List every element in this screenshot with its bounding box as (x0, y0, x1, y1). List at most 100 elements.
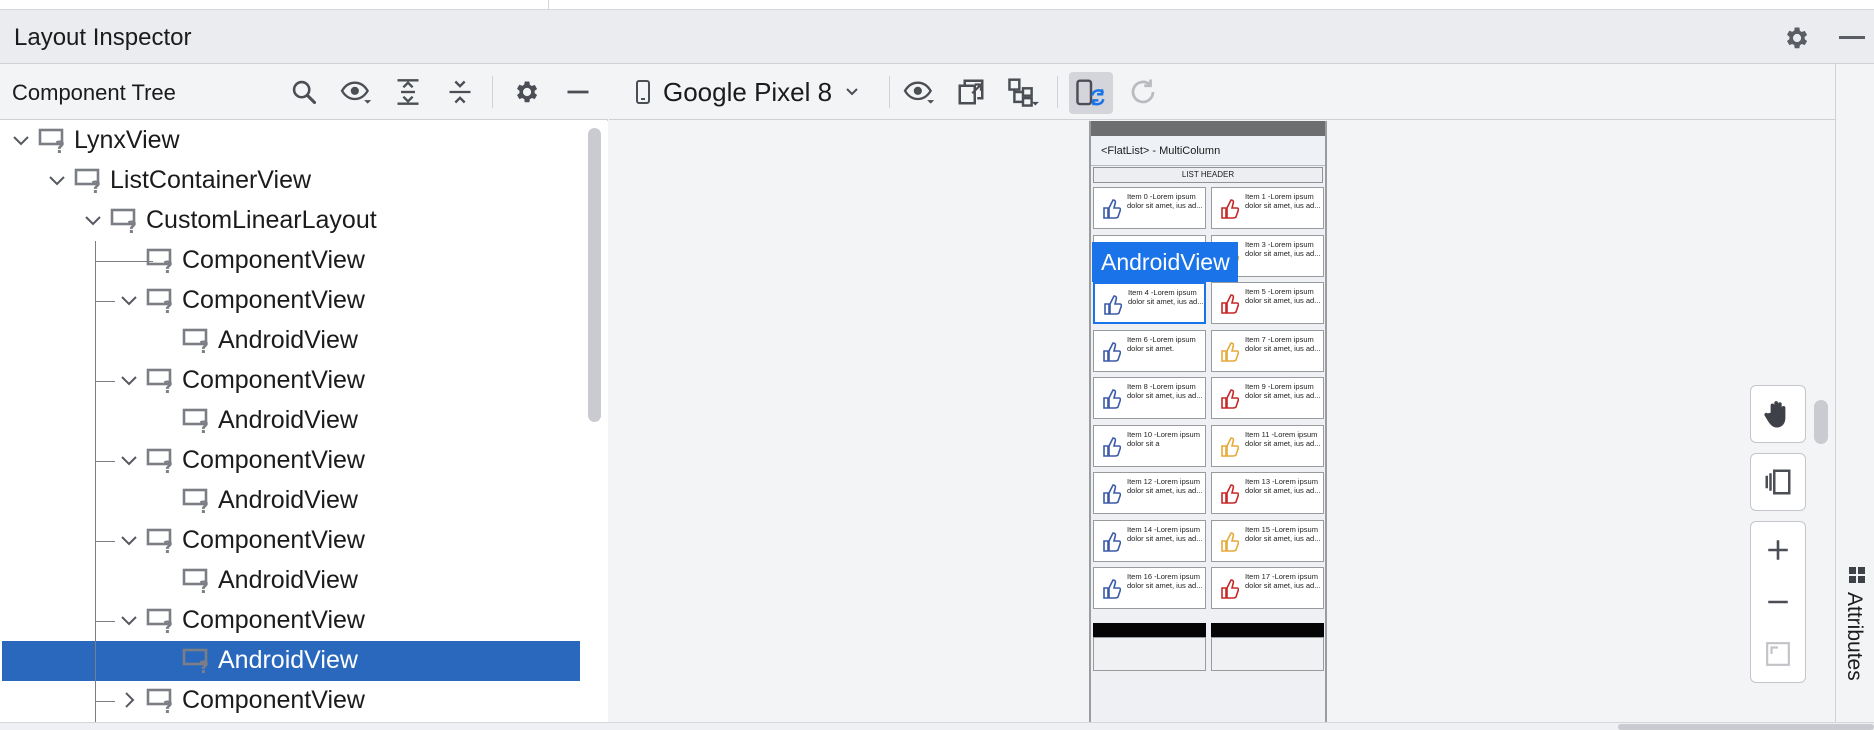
refresh-icon[interactable] (1125, 74, 1161, 110)
attributes-side-tab[interactable]: Attributes (1835, 64, 1874, 722)
svg-text:?: ? (163, 378, 173, 395)
tree-node-android-view[interactable]: ? AndroidView (2, 321, 580, 361)
tree-node-component-view[interactable]: ? ComponentView (2, 361, 580, 401)
chevron-down-icon[interactable] (10, 129, 32, 151)
tree-node-label: ListContainerView (110, 166, 312, 194)
list-item[interactable]: Item 14 -Lorem ipsum dolor sit amet, ius… (1093, 519, 1206, 562)
thumbs-up-icon (1101, 576, 1122, 600)
tree-scrollbar-thumb[interactable] (588, 128, 601, 422)
chevron-down-icon[interactable] (118, 529, 140, 551)
tree-options-icon[interactable] (1005, 74, 1041, 110)
expand-all-icon[interactable] (390, 74, 426, 110)
thumbs-up-icon (1219, 529, 1240, 553)
thumbs-up-icon (1219, 291, 1240, 315)
svg-text:?: ? (163, 698, 173, 715)
top-strip (0, 0, 1874, 10)
device-canvas[interactable]: <FlatList> - MultiColumn LIST HEADER Ite… (609, 121, 1835, 722)
tree-node-label: AndroidView (218, 406, 358, 434)
device-name: Google Pixel 8 (663, 76, 833, 107)
attributes-icon (1848, 566, 1866, 584)
list-item[interactable]: Item 9 -Lorem ipsum dolor sit amet, ius … (1211, 377, 1324, 419)
pan-hand-icon[interactable] (1751, 388, 1805, 440)
list-item-text: Item 1 -Lorem ipsum dolor sit amet, ius … (1245, 192, 1321, 210)
list-item[interactable]: Item 1 -Lorem ipsum dolor sit amet, ius … (1211, 187, 1324, 229)
list-item-text: Item 6 -Lorem ipsum dolor sit amet. (1127, 334, 1196, 353)
zoom-in-icon[interactable] (1751, 524, 1805, 576)
tree-node-android-view[interactable]: ? AndroidView (2, 641, 580, 681)
list-item[interactable]: Item 12 -Lorem ipsum dolor sit amet, ius… (1093, 472, 1206, 514)
tree-node-component-view[interactable]: ? ComponentView (2, 281, 580, 321)
list-item[interactable]: Item 11 -Lorem ipsum dolor sit amet, ius… (1211, 424, 1324, 467)
layer-spacing-icon[interactable] (1751, 456, 1805, 508)
chevron-down-icon[interactable] (118, 289, 140, 311)
list-item[interactable]: Item 16 -Lorem ipsum dolor sit amet, ius… (1093, 567, 1206, 609)
minimize-icon[interactable] (560, 74, 596, 110)
tree-node-label: ComponentView (182, 606, 365, 634)
eye-icon[interactable] (338, 74, 374, 110)
chevron-down-icon[interactable] (118, 449, 140, 471)
app-bar: <FlatList> - MultiColumn (1091, 136, 1325, 166)
chevron-down-icon[interactable] (82, 209, 104, 231)
phone-icon (636, 80, 650, 104)
search-icon[interactable] (286, 74, 322, 110)
tree-node-android-view[interactable]: ? AndroidView (2, 481, 580, 521)
tree-node-label: ComponentView (182, 366, 365, 394)
export-layer-icon[interactable] (953, 74, 989, 110)
device-selector[interactable]: Google Pixel 8 (635, 72, 860, 112)
tree-node-android-view[interactable]: ? AndroidView (2, 401, 580, 441)
list-item[interactable]: Item 4 -Lorem ipsum dolor sit amet, ius … (1093, 282, 1206, 324)
list-item[interactable]: Item 17 -Lorem ipsum dolor sit amet, ius… (1211, 567, 1324, 609)
thumbs-up-icon (1219, 576, 1240, 600)
list-item[interactable]: Item 7 -Lorem ipsum dolor sit amet, ius … (1211, 329, 1324, 372)
component-tree-toolbar: Component Tree (0, 64, 608, 120)
tree-node-component-view[interactable]: ? ComponentView (2, 681, 580, 721)
list-item[interactable]: Item 8 -Lorem ipsum dolor sit amet, ius … (1093, 377, 1206, 419)
tree-node-component-view[interactable]: ? ComponentView (2, 241, 580, 281)
horizontal-scrollbar-thumb[interactable] (1618, 724, 1874, 730)
gear-icon[interactable] (1782, 24, 1810, 52)
list-item[interactable]: Item 5 -Lorem ipsum dolor sit amet, ius … (1211, 282, 1324, 324)
unknown-view-icon: ? (110, 207, 144, 238)
tree-node-component-view[interactable]: ? ComponentView (2, 521, 580, 561)
attributes-tab-label: Attributes (1843, 592, 1866, 681)
device-screen[interactable]: <FlatList> - MultiColumn LIST HEADER Ite… (1089, 121, 1327, 722)
list-item-text: Item 13 -Lorem ipsum dolor sit amet, ius… (1245, 477, 1321, 495)
tree-guide-line (95, 461, 115, 462)
tree-node-component-view[interactable]: ? ComponentView (2, 441, 580, 481)
svg-text:?: ? (199, 658, 209, 675)
list-item[interactable]: Item 13 -Lorem ipsum dolor sit amet, ius… (1211, 472, 1324, 514)
list-item-text: Item 11 -Lorem ipsum dolor sit amet, ius… (1245, 429, 1321, 448)
gear-icon[interactable] (508, 74, 544, 110)
chevron-right-icon[interactable] (118, 689, 140, 711)
chevron-down-icon[interactable] (118, 369, 140, 391)
footer-bar (1211, 623, 1324, 637)
tree-node-custom-linear-layout[interactable]: ? CustomLinearLayout (2, 201, 580, 241)
list-item[interactable]: Item 0 -Lorem ipsum dolor sit amet, ius … (1093, 187, 1206, 229)
tree-node-label: ComponentView (182, 446, 365, 474)
list-item-text: Item 10 -Lorem ipsum dolor sit a (1127, 429, 1200, 448)
thumbs-up-icon (1102, 292, 1123, 316)
zoom-out-icon[interactable] (1751, 576, 1805, 628)
tree-node-list-container-view[interactable]: ? ListContainerView (2, 161, 580, 201)
collapse-all-icon[interactable] (442, 74, 478, 110)
list-item[interactable]: Item 10 -Lorem ipsum dolor sit a (1093, 424, 1206, 467)
list-item[interactable]: Item 6 -Lorem ipsum dolor sit amet. (1093, 329, 1206, 372)
tree-node-android-view[interactable]: ? AndroidView (2, 561, 580, 601)
tree-node-label: AndroidView (218, 486, 358, 514)
canvas-scrollbar-thumb[interactable] (1814, 400, 1828, 444)
unknown-view-icon: ? (74, 167, 108, 198)
chevron-down-icon[interactable] (46, 169, 68, 191)
component-tree: ? LynxView? ListContainerView? CustomLinear… (0, 121, 580, 722)
list-item-text: Item 17 -Lorem ipsum dolor sit amet, ius… (1245, 572, 1321, 590)
minimize-icon[interactable] (1839, 36, 1865, 39)
chevron-down-icon[interactable] (118, 609, 140, 631)
tree-node-lynx-view[interactable]: ? LynxView (2, 121, 580, 161)
list-item-text: Item 4 -Lorem ipsum dolor sit amet, ius … (1128, 288, 1204, 306)
live-update-toggle[interactable] (1069, 72, 1113, 114)
svg-text:?: ? (199, 338, 209, 355)
tree-node-label: AndroidView (218, 646, 358, 674)
fit-screen-icon[interactable] (1751, 628, 1805, 680)
list-item[interactable]: Item 15 -Lorem ipsum dolor sit amet, ius… (1211, 519, 1324, 562)
tree-node-component-view[interactable]: ? ComponentView (2, 601, 580, 641)
eye-icon[interactable] (901, 74, 937, 110)
